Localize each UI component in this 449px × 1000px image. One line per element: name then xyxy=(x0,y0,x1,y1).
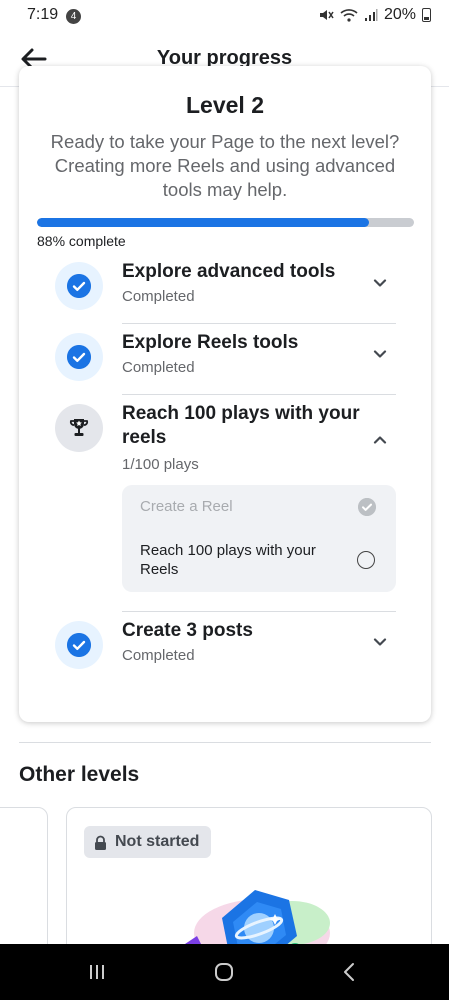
subtask-list: Create a Reel Reach 100 plays with your … xyxy=(122,485,396,592)
level-description: Ready to take your Page to the next leve… xyxy=(50,131,400,200)
task-item-expanded[interactable]: Reach 100 plays with your reels 1/100 pl… xyxy=(19,403,431,484)
other-levels-title: Other levels xyxy=(19,763,140,786)
status-time: 7:19 xyxy=(27,6,59,23)
status-badge: Not started xyxy=(84,826,212,858)
check-icon xyxy=(55,621,103,669)
progress-bar-fill xyxy=(37,218,369,227)
chevron-down-icon[interactable] xyxy=(372,634,388,650)
check-circle-icon xyxy=(358,498,376,516)
check-icon xyxy=(55,262,103,310)
mute-icon xyxy=(319,10,334,20)
notification-count-badge: 4 xyxy=(66,9,81,24)
level-card-next[interactable]: Not started xyxy=(66,807,432,959)
trophy-icon xyxy=(55,404,103,452)
level-title: Level 2 xyxy=(186,92,264,118)
wifi-icon xyxy=(340,9,358,22)
signal-icon xyxy=(364,9,378,21)
task-title: Reach 100 plays with your reels xyxy=(122,403,360,448)
task-title: Explore advanced tools xyxy=(122,261,336,282)
divider xyxy=(122,323,396,324)
system-nav-bar xyxy=(0,944,449,1000)
task-title: Explore Reels tools xyxy=(122,332,299,353)
status-bar: 7:19 4 20% xyxy=(0,0,449,32)
divider xyxy=(122,394,396,395)
level-card: Level 2 Ready to take your Page to the n… xyxy=(19,66,431,722)
task-title: Create 3 posts xyxy=(122,620,253,641)
battery-icon xyxy=(422,8,431,22)
progress-bar xyxy=(37,218,414,227)
status-badge-label: Not started xyxy=(115,833,200,850)
home-icon[interactable] xyxy=(210,958,238,986)
level-card-previous[interactable] xyxy=(0,807,48,959)
task-status: Completed xyxy=(122,288,195,305)
chevron-down-icon[interactable] xyxy=(372,275,388,291)
subtask-label: Create a Reel xyxy=(140,498,233,515)
task-item[interactable]: Explore Reels tools Completed xyxy=(19,332,431,395)
task-status: Completed xyxy=(122,359,195,376)
recent-apps-icon[interactable] xyxy=(83,958,111,986)
subtask-label: Reach 100 plays with your Reels xyxy=(140,542,316,578)
divider xyxy=(122,611,396,612)
back-icon[interactable] xyxy=(336,958,364,986)
check-icon xyxy=(55,333,103,381)
status-icons: 20% xyxy=(318,6,431,24)
chevron-up-icon[interactable] xyxy=(372,432,388,448)
task-status: Completed xyxy=(122,647,195,664)
subtask-radio[interactable] xyxy=(357,551,375,569)
task-status: 1/100 plays xyxy=(122,456,199,473)
chevron-down-icon[interactable] xyxy=(372,346,388,362)
lock-icon xyxy=(95,835,106,850)
section-divider xyxy=(19,742,431,743)
task-item[interactable]: Explore advanced tools Completed xyxy=(19,261,431,324)
task-item[interactable]: Create 3 posts Completed xyxy=(19,620,431,683)
progress-label: 88% complete xyxy=(37,233,126,249)
battery-percent: 20% xyxy=(383,6,416,23)
